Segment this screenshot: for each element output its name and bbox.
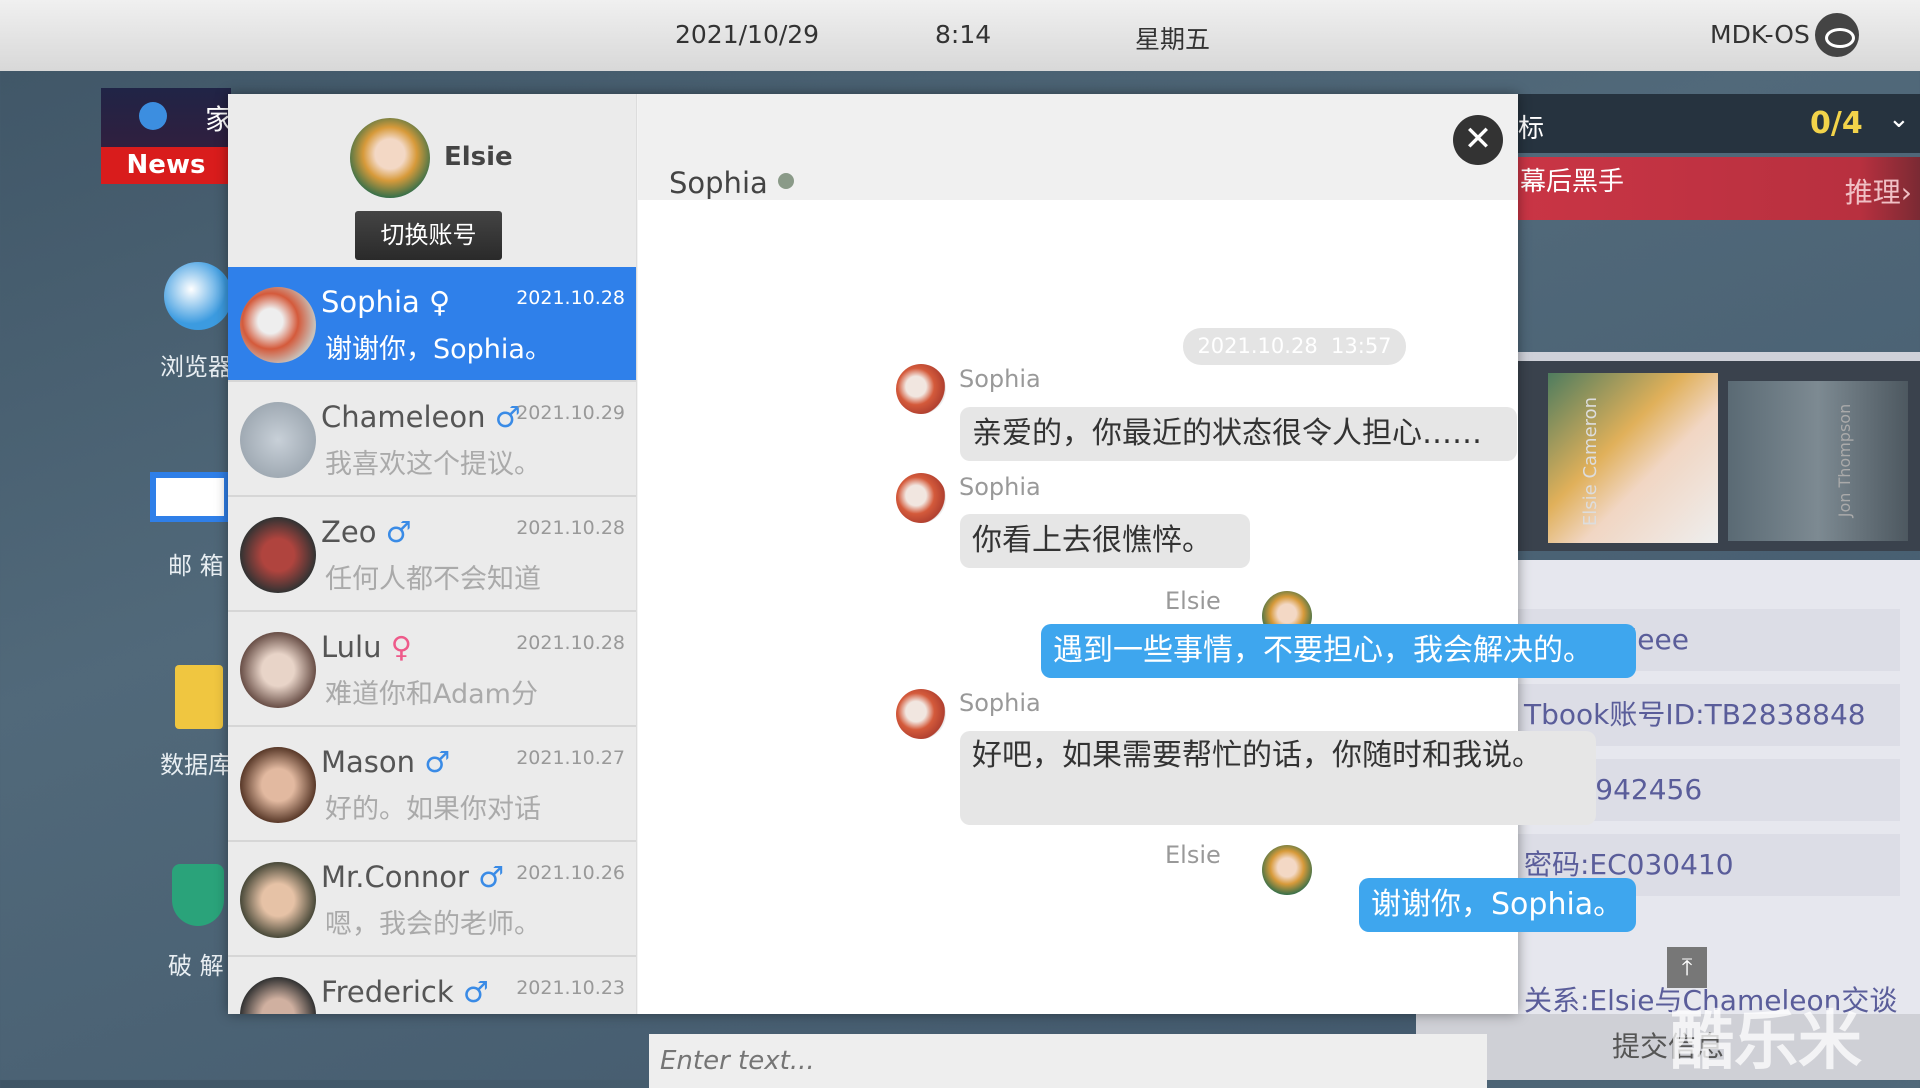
message-bubble: 谢谢你，Sophia。 (1359, 878, 1636, 932)
eye-icon[interactable] (1815, 13, 1859, 57)
gender-icon: ♂ (462, 975, 489, 1009)
desktop-label[interactable]: 邮 箱 (168, 546, 224, 581)
switch-account-button[interactable]: 切换账号 (355, 211, 502, 260)
contact-item[interactable]: Mason ♂ 2021.10.27 好的。如果你对话 (228, 727, 636, 842)
scroll-to-top-icon[interactable]: ⤒ (1667, 947, 1707, 988)
chevron-down-icon[interactable]: ⌄ (1888, 104, 1910, 134)
os-name: MDK-OS (1710, 20, 1810, 49)
contact-item[interactable]: Frederick ♂ 2021.10.23 (228, 957, 636, 1014)
gender-icon: ♂ (424, 745, 451, 779)
globe-icon[interactable] (164, 262, 232, 330)
sender-name: Elsie (1165, 841, 1221, 869)
contact-avatar (240, 862, 316, 938)
contact-date: 2021.10.26 (516, 862, 625, 884)
gender-icon: ♂ (478, 860, 505, 894)
sql-file-icon[interactable] (175, 665, 223, 729)
close-icon[interactable]: ✕ (1453, 115, 1503, 165)
sender-name: Sophia (959, 365, 1041, 393)
contact-date: 2021.10.28 (516, 517, 625, 539)
message-bubble: 好吧，如果需要帮忙的话，你随时和我说。 (960, 731, 1596, 825)
time: 8:14 (935, 20, 992, 49)
contact-preview: 好的。如果你对话 (325, 794, 541, 825)
contact-list[interactable]: Sophia ♀ 2021.10.28 谢谢你，Sophia。 Chameleo… (228, 267, 636, 1014)
contact-item[interactable]: Lulu ♀ 2021.10.28 难道你和Adam分 (228, 612, 636, 727)
contact-preview: 任何人都不会知道 (325, 564, 541, 595)
contact-name: Mr.Connor ♂ (321, 860, 505, 894)
contact-avatar (240, 287, 316, 363)
online-status-icon (778, 173, 794, 189)
chat-panel: Sophia ✕ 2021.10.28 13:57 Sophia 亲爱的，你最近… (638, 94, 1707, 1088)
contact-avatar (240, 632, 316, 708)
account-avatar (350, 118, 430, 198)
sophia-avatar[interactable] (896, 689, 946, 739)
contact-avatar (240, 977, 316, 1014)
task-row[interactable]: 幕后黑手 推理› (1518, 157, 1920, 220)
chat-title: Sophia (669, 166, 768, 200)
contact-preview: 嗯，我会的老师。 (325, 909, 541, 940)
weekday: 星期五 (1135, 25, 1211, 54)
contact-item[interactable]: Mr.Connor ♂ 2021.10.26 嗯，我会的老师。 (228, 842, 636, 957)
message-area[interactable]: 2021.10.28 13:57 Sophia 亲爱的，你最近的状态很令人担心…… (638, 200, 1707, 1088)
status-bar: 2021/10/29 8:14 星期五 MDK-OS (0, 0, 1920, 71)
contact-item[interactable]: Chameleon ♂ 2021.10.29 我喜欢这个提议。 (228, 382, 636, 497)
shield-icon[interactable] (172, 864, 224, 926)
contact-preview: 谢谢你，Sophia。 (325, 334, 552, 365)
contact-name: Lulu ♀ (321, 630, 412, 664)
sender-name: Elsie (1165, 587, 1221, 615)
contact-name: Chameleon ♂ (321, 400, 521, 434)
contact-preview: 难道你和Adam分 (325, 679, 538, 710)
sender-name: Sophia (959, 689, 1041, 717)
task-title: 标 (1518, 114, 1545, 144)
chat-dialog: Elsie 切换账号 Sophia ♀ 2021.10.28 谢谢你，Sophi… (228, 94, 1707, 1088)
contact-avatar (240, 402, 316, 478)
desktop-label[interactable]: 破 解 (168, 946, 224, 981)
portrait-label: Elsie Cameron (1580, 396, 1602, 527)
timestamp-pill: 2021.10.28 13:57 (1183, 328, 1406, 365)
desktop-label[interactable]: 浏览器 (160, 347, 232, 382)
gender-icon: ♂ (385, 515, 412, 549)
contact-name: Zeo ♂ (321, 515, 412, 549)
globe-icon (139, 102, 167, 130)
contact-avatar (240, 517, 316, 593)
gender-icon: ♀ (390, 630, 412, 664)
sophia-avatar[interactable] (896, 473, 946, 523)
news-label: News (101, 147, 231, 184)
portrait-strip[interactable]: Elsie Cameron Jon Thompson (1518, 361, 1920, 551)
contact-sidebar: Elsie 切换账号 Sophia ♀ 2021.10.28 谢谢你，Sophi… (228, 94, 637, 1014)
portrait-elsie[interactable] (1548, 373, 1718, 543)
chat-header: Sophia ✕ (638, 94, 1518, 200)
contact-date: 2021.10.28 (516, 632, 625, 654)
watermark: 酷乐米 (1670, 1005, 1862, 1079)
account-name: Elsie (444, 142, 513, 172)
portrait-others[interactable] (1728, 381, 1908, 541)
portrait-label: Jon Thompson (1835, 403, 1855, 518)
contact-item[interactable]: Zeo ♂ 2021.10.28 任何人都不会知道 (228, 497, 636, 612)
contact-name: Mason ♂ (321, 745, 451, 779)
elsie-avatar[interactable] (1262, 845, 1312, 895)
message-bubble: 亲爱的，你最近的状态很令人担心…… (960, 407, 1517, 461)
contact-avatar (240, 747, 316, 823)
task-header[interactable]: 标 0/4 ⌄ (1518, 94, 1920, 153)
contact-date: 2021.10.29 (516, 402, 625, 424)
date: 2021/10/29 (675, 20, 820, 49)
contact-date: 2021.10.23 (516, 977, 625, 999)
message-bubble: 遇到一些事情，不要担心，我会解决的。 (1041, 624, 1636, 678)
desktop-label[interactable]: 数据库 (160, 745, 232, 780)
contact-name: Sophia ♀ (321, 285, 451, 319)
mail-icon[interactable] (150, 472, 230, 522)
sender-name: Sophia (959, 473, 1041, 501)
contact-item[interactable]: Sophia ♀ 2021.10.28 谢谢你，Sophia。 (228, 267, 636, 382)
deduce-button[interactable]: 推理› (1845, 171, 1912, 211)
gender-icon: ♀ (429, 285, 451, 319)
message-bubble: 你看上去很憔悴。 (960, 514, 1250, 568)
sophia-avatar[interactable] (896, 364, 946, 414)
task-progress: 0/4 (1810, 106, 1863, 141)
contact-date: 2021.10.28 (516, 287, 625, 309)
contact-preview: 我喜欢这个提议。 (325, 449, 541, 480)
contact-date: 2021.10.27 (516, 747, 625, 769)
contact-name: Frederick ♂ (321, 975, 489, 1009)
task-name: 幕后黑手 (1520, 167, 1625, 197)
